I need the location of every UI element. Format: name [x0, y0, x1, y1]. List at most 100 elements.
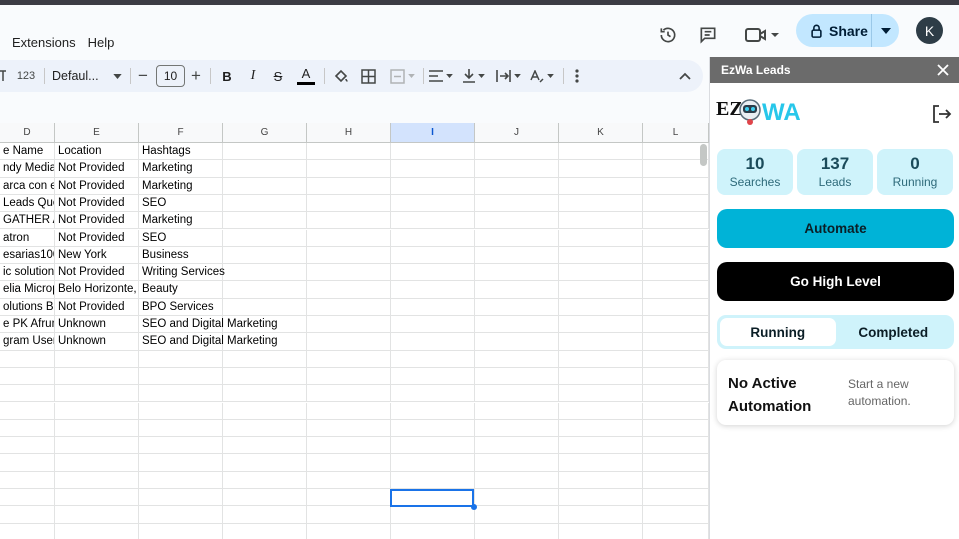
table-cell[interactable]: Marketing	[139, 160, 223, 178]
table-cell[interactable]	[139, 489, 223, 507]
table-cell[interactable]	[307, 489, 391, 507]
comments-icon[interactable]	[696, 23, 720, 47]
table-cell[interactable]	[0, 419, 55, 438]
table-cell[interactable]	[55, 506, 139, 524]
share-button[interactable]: Share	[796, 14, 872, 47]
table-cell[interactable]	[307, 281, 391, 299]
table-cell[interactable]: ic solutions	[0, 264, 55, 282]
table-cell[interactable]	[475, 402, 559, 420]
number-format-button[interactable]: 123	[14, 60, 38, 92]
table-cell[interactable]	[307, 350, 391, 368]
table-cell[interactable]	[0, 506, 55, 524]
table-cell[interactable]	[559, 385, 643, 403]
table-cell[interactable]	[391, 419, 475, 438]
table-cell[interactable]	[475, 143, 559, 161]
table-cell[interactable]: SEO and Digital Marketing	[139, 316, 278, 334]
table-cell[interactable]	[475, 419, 559, 438]
table-cell[interactable]	[559, 194, 643, 213]
table-cell[interactable]	[643, 367, 709, 386]
table-cell[interactable]	[559, 177, 643, 195]
table-cell[interactable]	[307, 212, 391, 230]
table-cell[interactable]	[475, 385, 559, 403]
table-cell[interactable]	[643, 489, 709, 507]
table-cell[interactable]	[139, 367, 223, 386]
fill-handle[interactable]	[471, 504, 477, 510]
table-cell[interactable]: Marketing	[139, 212, 223, 230]
table-cell[interactable]	[391, 177, 475, 195]
share-dropdown-button[interactable]	[872, 14, 899, 47]
text-wrap-icon[interactable]	[494, 60, 522, 92]
table-cell[interactable]: SEO and Digital Marketing	[139, 333, 278, 351]
logout-icon[interactable]	[930, 103, 952, 125]
table-cell[interactable]	[55, 402, 139, 420]
table-cell[interactable]	[223, 177, 307, 195]
table-cell[interactable]	[55, 471, 139, 489]
table-cell[interactable]	[559, 264, 643, 282]
column-header-g[interactable]: G	[223, 123, 307, 143]
table-cell[interactable]	[223, 437, 307, 455]
column-header-e[interactable]: E	[55, 123, 139, 143]
table-cell[interactable]	[643, 281, 709, 299]
table-cell[interactable]	[223, 350, 307, 368]
version-history-icon[interactable]	[656, 23, 680, 47]
font-family-select[interactable]: Defaul...	[52, 60, 122, 92]
table-cell[interactable]	[643, 333, 709, 351]
table-cell[interactable]	[223, 402, 307, 420]
table-cell[interactable]	[475, 229, 559, 247]
column-header-d[interactable]: D	[0, 123, 55, 143]
table-cell[interactable]	[559, 419, 643, 438]
table-cell[interactable]	[643, 194, 709, 213]
account-avatar[interactable]: K	[916, 17, 943, 44]
menu-help[interactable]: Help	[88, 35, 115, 50]
table-cell[interactable]	[55, 523, 139, 539]
table-cell[interactable]: esarias100	[0, 246, 55, 265]
spreadsheet-grid[interactable]: DEFGHIJKLe Name Location Hashtags ndy Media…	[0, 123, 709, 539]
table-cell[interactable]: gram User	[0, 333, 55, 351]
table-cell[interactable]	[0, 454, 55, 472]
strikethrough-button[interactable]: S	[270, 60, 286, 92]
table-cell[interactable]	[391, 385, 475, 403]
table-cell[interactable]	[475, 194, 559, 213]
table-cell[interactable]	[307, 419, 391, 438]
table-cell[interactable]	[559, 402, 643, 420]
table-cell[interactable]	[559, 160, 643, 178]
table-cell[interactable]	[475, 281, 559, 299]
table-cell[interactable]	[643, 385, 709, 403]
table-cell[interactable]	[223, 298, 307, 316]
table-cell[interactable]	[643, 350, 709, 368]
table-cell[interactable]	[475, 506, 559, 524]
table-cell[interactable]	[643, 264, 709, 282]
table-cell[interactable]	[643, 419, 709, 438]
table-cell[interactable]	[475, 454, 559, 472]
table-cell[interactable]	[139, 385, 223, 403]
bold-button[interactable]: B	[219, 60, 235, 92]
table-cell[interactable]	[475, 316, 559, 334]
column-header-f[interactable]: F	[139, 123, 223, 143]
table-cell[interactable]	[643, 177, 709, 195]
increase-font-size-button[interactable]: +	[189, 60, 203, 92]
table-cell[interactable]	[0, 437, 55, 455]
table-cell[interactable]	[0, 350, 55, 368]
table-cell[interactable]	[55, 437, 139, 455]
table-cell[interactable]	[55, 454, 139, 472]
table-cell[interactable]	[391, 316, 475, 334]
table-cell[interactable]	[475, 177, 559, 195]
table-cell[interactable]: elia Micropi	[0, 281, 55, 299]
italic-button[interactable]: I	[245, 60, 261, 92]
table-cell[interactable]	[0, 523, 55, 539]
table-cell[interactable]	[223, 367, 307, 386]
selected-cell[interactable]	[390, 489, 474, 507]
table-cell[interactable]	[475, 350, 559, 368]
table-cell[interactable]	[643, 402, 709, 420]
table-cell[interactable]: olutions BF	[0, 298, 55, 316]
table-cell[interactable]	[139, 506, 223, 524]
decrease-font-size-button[interactable]: −	[136, 60, 150, 92]
table-cell[interactable]	[643, 246, 709, 265]
meet-video-icon[interactable]	[742, 23, 782, 47]
table-cell[interactable]	[223, 523, 307, 539]
table-cell[interactable]: Beauty	[139, 281, 223, 299]
table-cell[interactable]: arca con el	[0, 177, 55, 195]
table-cell[interactable]	[643, 212, 709, 230]
column-header-h[interactable]: H	[307, 123, 391, 143]
table-cell[interactable]	[307, 437, 391, 455]
